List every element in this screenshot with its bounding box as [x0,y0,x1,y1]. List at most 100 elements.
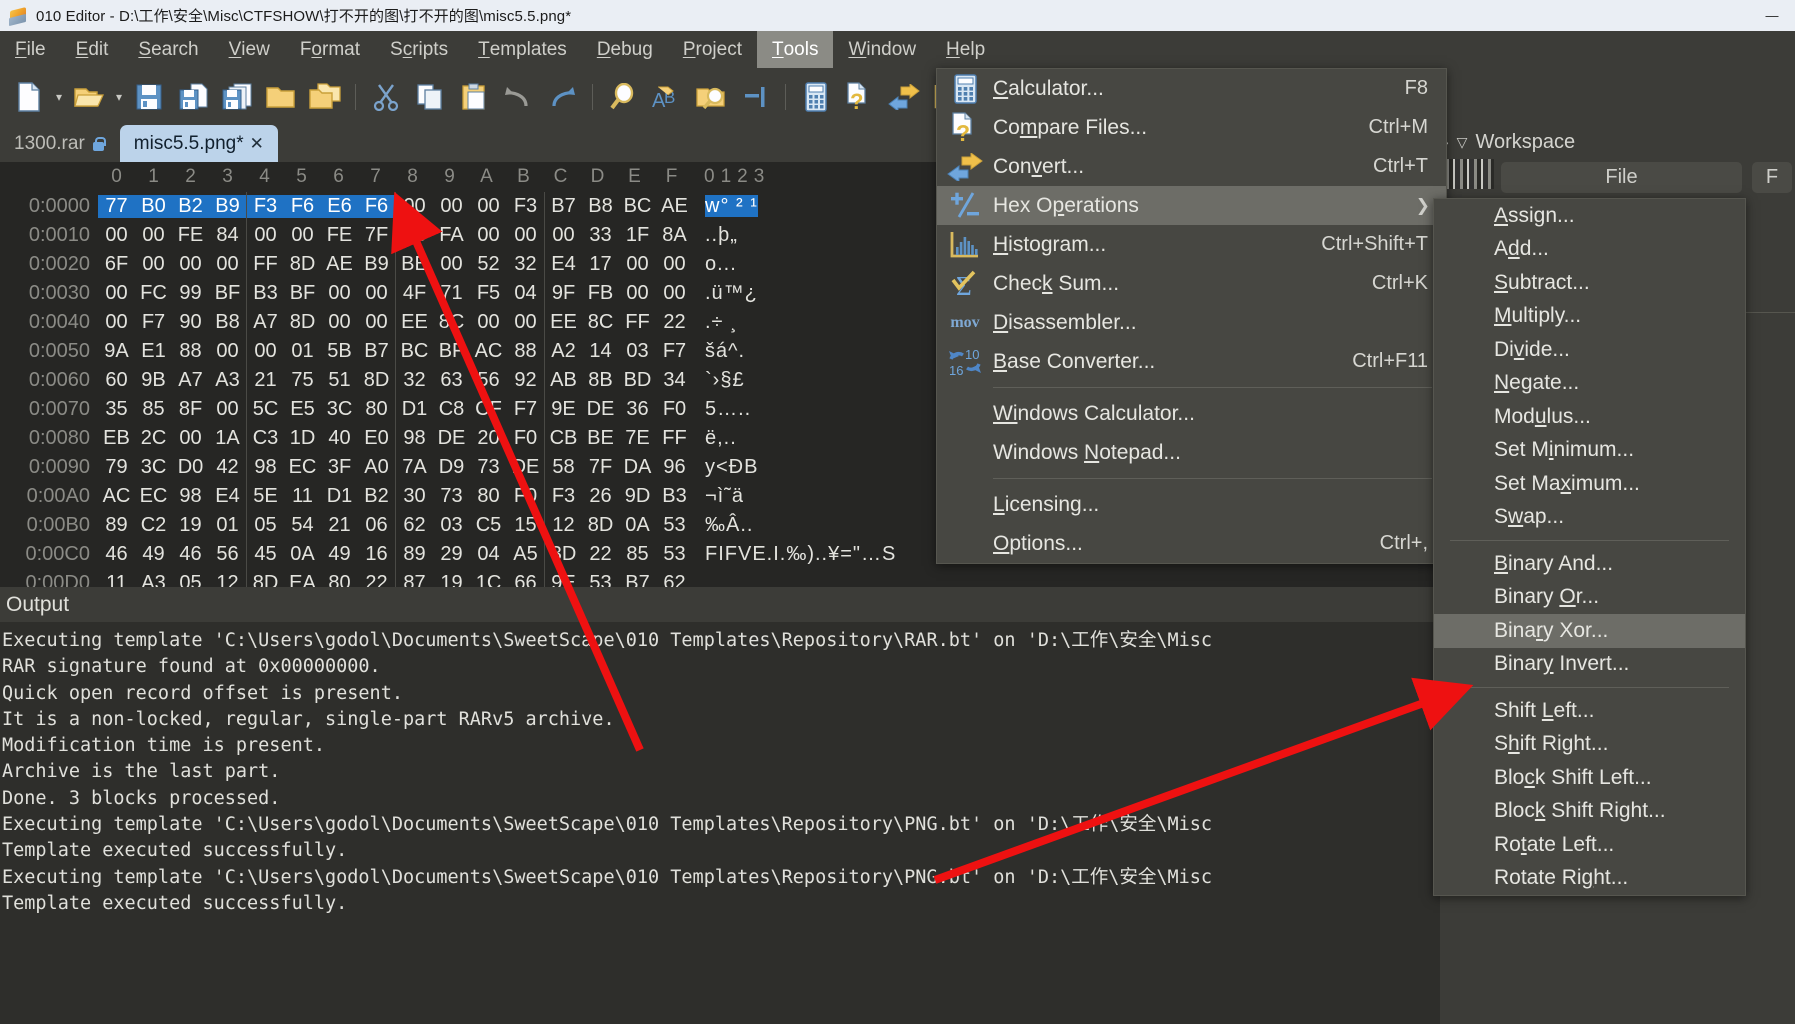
hex-byte[interactable]: 11 [284,485,321,508]
hex-byte[interactable]: 89 [396,543,433,566]
hex-byte[interactable]: 6F [98,253,135,276]
hex-byte[interactable]: 85 [619,543,656,566]
hex-byte[interactable]: 00 [98,311,135,334]
hex-ascii[interactable]: `›§£ [693,369,745,392]
menu-item-base-converter[interactable]: 10 16 Base Converter... Ctrl+F11 [937,342,1446,381]
hex-byte[interactable]: 8D [284,311,321,334]
hex-byte[interactable]: 7F [358,224,395,247]
hex-byte[interactable]: B8 [209,311,246,334]
hex-byte[interactable]: F6 [358,195,395,218]
hex-byte[interactable]: 8B [582,369,619,392]
hex-byte[interactable]: 00 [358,282,395,305]
hex-byte[interactable]: 00 [470,311,507,334]
hex-byte[interactable]: 8D [358,369,395,392]
menu-scripts[interactable]: Sc ripts [375,31,463,68]
submenu-item-rotate-right[interactable]: Rotate Right... [1434,862,1745,896]
menu-project[interactable]: Project [668,31,757,68]
hex-byte[interactable]: F7 [656,340,693,363]
hex-byte[interactable]: 15 [507,514,544,537]
menu-debug[interactable]: Debug [582,31,668,68]
hex-byte[interactable]: B0 [135,195,172,218]
menu-format[interactable]: Fo rmat [285,31,375,68]
hex-byte[interactable]: 52 [470,253,507,276]
menu-item-calculator[interactable]: Calculator... F8 [937,69,1446,108]
hex-byte[interactable]: 14 [582,340,619,363]
hex-byte[interactable]: DE [507,456,544,479]
hex-byte[interactable]: 58 [545,456,582,479]
hex-byte[interactable]: 77 [98,195,135,218]
hex-byte[interactable]: EA [284,572,321,587]
cut-icon[interactable] [365,76,407,118]
chevron-down-icon[interactable]: ▽ [1457,134,1468,151]
hex-byte[interactable]: 8D [582,514,619,537]
replace-icon[interactable]: AB [646,76,688,118]
hex-byte[interactable]: CB [545,427,582,450]
menu-item-check-sum[interactable]: Σ Check Sum... Ctrl+K [937,264,1446,303]
submenu-item-add[interactable]: Add... [1434,233,1745,267]
hex-byte[interactable]: B3 [656,485,693,508]
menu-item-licensing[interactable]: Licensing... [937,485,1446,524]
hex-ascii[interactable]: ¬ì˜ä [693,485,744,508]
hex-byte[interactable]: 60 [98,369,135,392]
hex-byte[interactable]: BF [209,282,246,305]
hex-byte[interactable]: 42 [209,456,246,479]
hex-byte[interactable]: 00 [172,253,209,276]
submenu-item-shift-left[interactable]: Shift Left... [1434,694,1745,728]
hex-byte[interactable]: 75 [284,369,321,392]
submenu-item-binary-and[interactable]: Binary And... [1434,547,1745,581]
hex-byte[interactable]: C3 [247,427,284,450]
hex-byte[interactable]: 0A [619,514,656,537]
menu-item-disassembler[interactable]: mov Disassembler... [937,303,1446,342]
hex-byte[interactable]: 35 [98,398,135,421]
hex-byte[interactable]: B7 [358,340,395,363]
hex-byte[interactable]: F3 [545,485,582,508]
find-in-files-icon[interactable] [690,76,732,118]
menu-search[interactable]: Search [123,31,213,68]
hex-byte[interactable]: 99 [172,282,209,305]
save-as-icon[interactable] [172,76,214,118]
convert-icon[interactable] [883,76,925,118]
hex-byte[interactable]: 45 [247,543,284,566]
hex-byte[interactable]: 9F [545,282,582,305]
hex-byte[interactable]: 89 [98,514,135,537]
hex-byte[interactable]: AC [98,485,135,508]
hex-byte[interactable]: E1 [135,340,172,363]
hex-byte[interactable]: AE [656,195,693,218]
hex-byte[interactable]: E4 [209,485,246,508]
hex-byte[interactable]: 84 [209,224,246,247]
hex-byte[interactable]: 00 [507,311,544,334]
hex-byte[interactable]: 73 [470,456,507,479]
hex-byte[interactable]: 62 [396,514,433,537]
hex-byte[interactable]: 17 [582,253,619,276]
hex-byte[interactable]: B7 [619,572,656,587]
hex-byte[interactable]: E0 [358,427,395,450]
hex-byte[interactable]: E5 [284,398,321,421]
hex-ascii[interactable]: .÷ ¸ [693,311,738,334]
hex-byte[interactable]: 8D [284,253,321,276]
hex-byte[interactable]: 8C [582,311,619,334]
menu-item-windows-notepad[interactable]: Windows Notepad... [937,433,1446,472]
save-icon[interactable] [128,76,170,118]
hex-byte[interactable]: 00 [656,282,693,305]
hex-byte[interactable]: 00 [135,224,172,247]
hex-byte[interactable]: FF [247,253,284,276]
submenu-item-shift-right[interactable]: Shift Right... [1434,728,1745,762]
hex-byte[interactable]: FA [433,224,470,247]
hex-byte[interactable]: 80 [321,572,358,587]
hex-byte[interactable]: F7 [135,311,172,334]
hex-byte[interactable]: 12 [209,572,246,587]
hex-byte[interactable]: 04 [470,543,507,566]
tab-misc5-5-png[interactable]: misc5.5.png* ✕ [119,125,278,162]
hex-byte[interactable]: 9A [98,340,135,363]
hex-byte[interactable]: BD [619,369,656,392]
hex-byte[interactable]: A7 [247,311,284,334]
submenu-item-negate[interactable]: Negate... [1434,367,1745,401]
hex-byte[interactable]: 00 [209,398,246,421]
hex-byte[interactable]: BC [396,340,433,363]
close-icon[interactable]: ✕ [250,134,264,154]
hex-byte[interactable]: 01 [284,340,321,363]
hex-byte[interactable]: F0 [507,427,544,450]
hex-byte[interactable]: AE [321,253,358,276]
hex-byte[interactable]: 98 [172,485,209,508]
hex-byte[interactable]: E4 [545,253,582,276]
